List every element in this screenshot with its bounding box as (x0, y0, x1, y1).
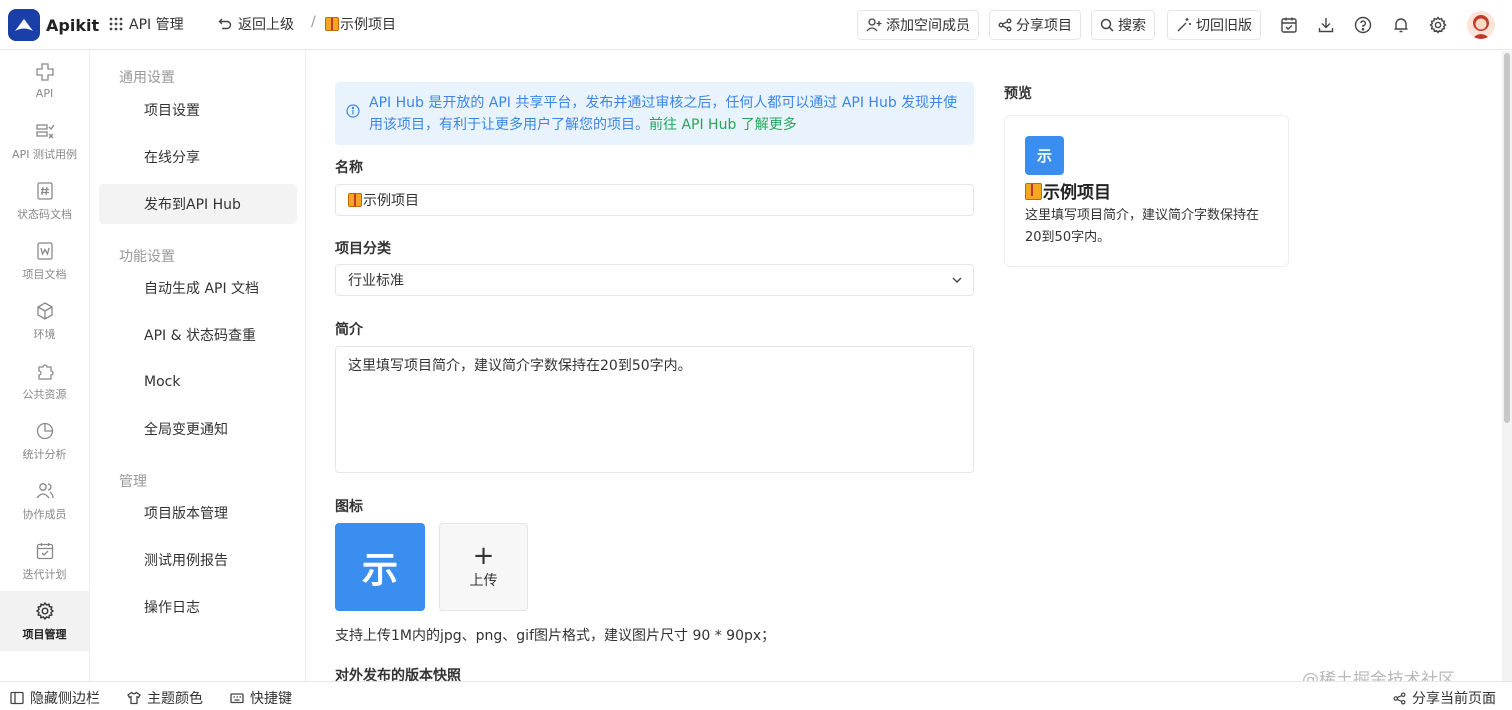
share-project-button[interactable]: 分享项目 (989, 10, 1081, 40)
intro-label: 简介 (335, 322, 363, 338)
bottom-bar: 隐藏侧边栏 主题颜色 快捷键 分享当前页面 (0, 681, 1512, 710)
share-icon (1393, 692, 1406, 704)
breadcrumb-separator: / (311, 14, 316, 30)
keyboard-icon (230, 693, 244, 704)
back-button[interactable]: 返回上级 (218, 14, 294, 34)
back-label: 返回上级 (238, 17, 294, 33)
test-case-icon (35, 123, 55, 138)
download-icon[interactable] (1316, 15, 1336, 35)
sub-item-online-share[interactable]: 在线分享 (99, 137, 297, 177)
vertical-scrollbar[interactable] (1502, 51, 1512, 681)
settings-sub-navigation: 通用设置 项目设置 在线分享 发布到API Hub 功能设置 自动生成 API … (90, 51, 306, 681)
info-banner: API Hub 是开放的 API 共享平台，发布并通过审核之后，任何人都可以通过… (335, 82, 974, 145)
shortcuts-button[interactable]: 快捷键 (230, 688, 292, 708)
nav-item-project-management[interactable]: 项目管理 (0, 591, 89, 651)
scrollbar-thumb[interactable] (1504, 53, 1510, 423)
group-general-settings: 通用设置 (119, 70, 175, 86)
nav-item-status-code[interactable]: 状态码文档 (0, 171, 89, 231)
nav-item-members[interactable]: 协作成员 (0, 471, 89, 531)
doc-icon (36, 241, 53, 260)
preview-project-desc: 这里填写项目简介，建议简介字数保持在20到50字内。 (1025, 208, 1260, 245)
search-icon (1100, 18, 1114, 32)
nav-item-statistics[interactable]: 统计分析 (0, 411, 89, 471)
api-icon (35, 63, 54, 81)
add-member-button[interactable]: 添加空间成员 (857, 10, 979, 40)
switch-old-version-button[interactable]: 切回旧版 (1167, 10, 1261, 40)
sub-item-publish-api-hub[interactable]: 发布到API Hub (99, 184, 297, 224)
apikit-logo-icon (8, 9, 40, 41)
magic-wand-icon (1177, 18, 1191, 32)
preview-title: 预览 (1004, 86, 1032, 102)
sub-item-project-settings[interactable]: 项目设置 (99, 90, 297, 130)
back-arrow-icon (218, 18, 232, 30)
intro-textarea[interactable]: 这里填写项目简介，建议简介字数保持在20到50字内。 (335, 346, 974, 473)
name-input[interactable]: 示例项目 (335, 184, 974, 216)
project-name: 示例项目 (340, 17, 396, 33)
hide-sidebar-button[interactable]: 隐藏侧边栏 (10, 688, 100, 708)
nav-item-api[interactable]: API (0, 51, 89, 111)
app-name: Apikit (46, 15, 100, 35)
nav-item-project-doc[interactable]: 项目文档 (0, 231, 89, 291)
icon-label: 图标 (335, 499, 363, 515)
environment-icon (36, 301, 53, 320)
gear-icon (35, 601, 54, 620)
puzzle-icon (37, 363, 54, 380)
calendar-check-icon (36, 542, 53, 559)
module-menu[interactable]: API 管理 (109, 14, 184, 34)
sub-item-duplicate-check[interactable]: API & 状态码查重 (99, 315, 297, 355)
search-button[interactable]: 搜索 (1091, 10, 1155, 40)
upload-hint: 支持上传1M内的jpg、png、gif图片格式，建议图片尺寸 90 * 90px… (335, 628, 776, 644)
category-label: 项目分类 (335, 241, 391, 257)
left-navigation: API API 测试用例 状态码文档 项目文档 环境 公共资源 统计分析 协作成… (0, 51, 90, 681)
grid-icon (109, 17, 123, 31)
project-icon-preview: 示 (335, 523, 425, 611)
preview-card: 示 示例项目 这里填写项目简介，建议简介字数保持在20到50字内。 (1004, 115, 1289, 267)
nav-item-api-test-case[interactable]: API 测试用例 (0, 111, 89, 171)
user-avatar[interactable] (1467, 11, 1495, 39)
nav-item-environment[interactable]: 环境 (0, 291, 89, 351)
api-hub-learn-more-link[interactable]: 前往 API Hub 了解更多 (649, 117, 797, 133)
status-code-icon (36, 181, 53, 200)
info-icon (346, 104, 360, 118)
top-bar: Apikit API 管理 返回上级 / 示例项目 添加空间成员 分享项目 搜索… (0, 0, 1512, 50)
share-page-button[interactable]: 分享当前页面 (1393, 688, 1496, 708)
bell-icon[interactable] (1391, 15, 1411, 35)
preview-project-icon: 示 (1025, 136, 1064, 175)
help-icon[interactable] (1353, 15, 1373, 35)
add-user-icon (866, 18, 882, 32)
app-logo[interactable]: Apikit (8, 9, 99, 41)
sidebar-icon (10, 691, 24, 705)
nav-item-public-resources[interactable]: 公共资源 (0, 351, 89, 411)
share-icon (998, 18, 1012, 32)
preview-project-name: 示例项目 (1025, 178, 1111, 203)
chevron-down-icon (952, 277, 962, 283)
users-icon (35, 482, 54, 498)
name-label: 名称 (335, 160, 363, 176)
breadcrumb-project[interactable]: 示例项目 (325, 14, 396, 34)
upload-icon-button[interactable]: + 上传 (439, 523, 528, 611)
sub-item-auto-doc[interactable]: 自动生成 API 文档 (99, 268, 297, 308)
group-feature-settings: 功能设置 (119, 249, 175, 265)
settings-gear-icon[interactable] (1428, 15, 1448, 35)
sub-item-operation-log[interactable]: 操作日志 (99, 587, 297, 627)
theme-color-button[interactable]: 主题颜色 (127, 688, 203, 708)
group-management: 管理 (119, 474, 147, 490)
module-label: API 管理 (129, 17, 184, 33)
gift-icon (348, 193, 362, 207)
gift-icon (1025, 183, 1042, 200)
publish-form-area: API Hub 是开放的 API 共享平台，发布并通过审核之后，任何人都可以通过… (306, 51, 1502, 684)
sub-item-change-notice[interactable]: 全局变更通知 (99, 409, 297, 449)
nav-item-iteration[interactable]: 迭代计划 (0, 531, 89, 591)
sub-item-version-management[interactable]: 项目版本管理 (99, 493, 297, 533)
sub-item-test-report[interactable]: 测试用例报告 (99, 540, 297, 580)
sub-item-mock[interactable]: Mock (99, 362, 297, 402)
gift-icon (325, 17, 339, 31)
plus-icon: + (472, 541, 495, 571)
shirt-icon (127, 691, 141, 705)
calendar-icon[interactable] (1279, 15, 1299, 35)
pie-chart-icon (36, 422, 53, 439)
category-select[interactable]: 行业标准 (335, 264, 974, 296)
